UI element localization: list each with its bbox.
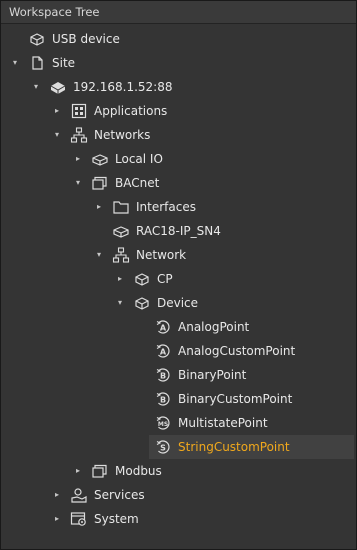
chevron-down-icon[interactable]: ▾ [94, 243, 104, 267]
controller-icon [49, 78, 67, 96]
tree-item-system[interactable]: ▸ System [1, 507, 356, 531]
svg-text:B: B [160, 396, 166, 405]
tree-item-analog-custom-point[interactable]: A AnalogCustomPoint [1, 339, 356, 363]
tree-item-label: Modbus [115, 464, 162, 478]
tree-item-device[interactable]: ▾ Device [1, 291, 356, 315]
svg-text:MS: MS [158, 421, 168, 428]
tree-item-network[interactable]: ▾ Network [1, 243, 356, 267]
workspace-tree: USB device ▾ Site ▾ 192.168.1.52:88 ▸ Ap… [1, 25, 356, 549]
tree-item-cp[interactable]: ▸ CP [1, 267, 356, 291]
tree-item-label: AnalogCustomPoint [178, 344, 296, 358]
tree-item-label: AnalogPoint [178, 320, 250, 334]
chevron-down-icon[interactable]: ▾ [73, 171, 83, 195]
modbus-icon [91, 462, 109, 480]
applications-icon [70, 102, 88, 120]
tree-item-binary-point[interactable]: B BinaryPoint [1, 363, 356, 387]
tree-item-binary-custom-point[interactable]: B BinaryCustomPoint [1, 387, 356, 411]
chevron-down-icon[interactable]: ▾ [31, 75, 41, 99]
tree-item-label: MultistatePoint [178, 416, 268, 430]
tree-item-label: BACnet [115, 176, 160, 190]
tree-item-label: Device [157, 296, 199, 310]
chevron-right-icon[interactable]: ▸ [73, 147, 83, 171]
chevron-down-icon[interactable]: ▾ [10, 51, 20, 75]
chevron-down-icon[interactable]: ▾ [115, 291, 125, 315]
network-icon [112, 246, 130, 264]
device-icon [133, 294, 151, 312]
chevron-right-icon[interactable]: ▸ [115, 267, 125, 291]
chevron-down-icon[interactable]: ▾ [52, 123, 62, 147]
multistate-point-icon: MS [154, 414, 172, 432]
site-document-icon [28, 54, 46, 72]
workspace-tree-panel: Workspace Tree USB device ▾ Site ▾ 192.1… [0, 0, 357, 550]
tree-item-string-custom-point[interactable]: S StringCustomPoint [1, 435, 356, 459]
tree-item-site[interactable]: ▾ Site [1, 51, 356, 75]
tree-item-label: USB device [52, 32, 120, 46]
tree-item-rac18[interactable]: RAC18-IP_SN4 [1, 219, 356, 243]
tree-item-interfaces[interactable]: ▸ Interfaces [1, 195, 356, 219]
chevron-right-icon[interactable]: ▸ [73, 459, 83, 483]
system-icon [70, 510, 88, 528]
tree-item-analog-point[interactable]: A AnalogPoint [1, 315, 356, 339]
chevron-right-icon[interactable]: ▸ [94, 195, 104, 219]
tree-item-label: Interfaces [136, 200, 196, 214]
tree-item-label: Local IO [115, 152, 163, 166]
tree-item-label: Site [52, 56, 76, 70]
tree-item-label: Applications [94, 104, 168, 118]
tree-item-multistate-point[interactable]: MS MultistatePoint [1, 411, 356, 435]
local-io-icon [91, 150, 109, 168]
panel-title: Workspace Tree [1, 1, 356, 24]
tree-item-label: 192.168.1.52:88 [73, 80, 173, 94]
tree-item-label: System [94, 512, 139, 526]
tree-item-modbus[interactable]: ▸ Modbus [1, 459, 356, 483]
tree-item-label: Services [94, 488, 145, 502]
svg-text:A: A [160, 348, 167, 357]
tree-item-label: RAC18-IP_SN4 [136, 224, 221, 238]
tree-item-local-io[interactable]: ▸ Local IO [1, 147, 356, 171]
tree-item-usb-device[interactable]: USB device [1, 27, 356, 51]
services-icon [70, 486, 88, 504]
tree-item-controller[interactable]: ▾ 192.168.1.52:88 [1, 75, 356, 99]
tree-item-networks[interactable]: ▾ Networks [1, 123, 356, 147]
device-icon [112, 222, 130, 240]
chevron-right-icon[interactable]: ▸ [52, 99, 62, 123]
tree-item-label: StringCustomPoint [178, 440, 290, 454]
analog-point-icon: A [154, 342, 172, 360]
tree-item-label: Network [136, 248, 187, 262]
svg-text:A: A [160, 324, 167, 333]
svg-text:B: B [160, 372, 166, 381]
folder-icon [112, 198, 130, 216]
device-icon [133, 270, 151, 288]
tree-item-label: CP [157, 272, 173, 286]
svg-text:S: S [160, 444, 166, 453]
network-icon [70, 126, 88, 144]
chevron-right-icon[interactable]: ▸ [52, 507, 62, 531]
tree-item-label: BinaryPoint [178, 368, 247, 382]
tree-item-label: Networks [94, 128, 151, 142]
bacnet-icon [91, 174, 109, 192]
binary-point-icon: B [154, 390, 172, 408]
tree-item-services[interactable]: ▸ Services [1, 483, 356, 507]
tree-item-bacnet[interactable]: ▾ BACnet [1, 171, 356, 195]
chevron-right-icon[interactable]: ▸ [52, 483, 62, 507]
string-point-icon: S [154, 438, 172, 456]
usb-device-icon [28, 30, 46, 48]
tree-item-label: BinaryCustomPoint [178, 392, 293, 406]
analog-point-icon: A [154, 318, 172, 336]
tree-item-applications[interactable]: ▸ Applications [1, 99, 356, 123]
binary-point-icon: B [154, 366, 172, 384]
